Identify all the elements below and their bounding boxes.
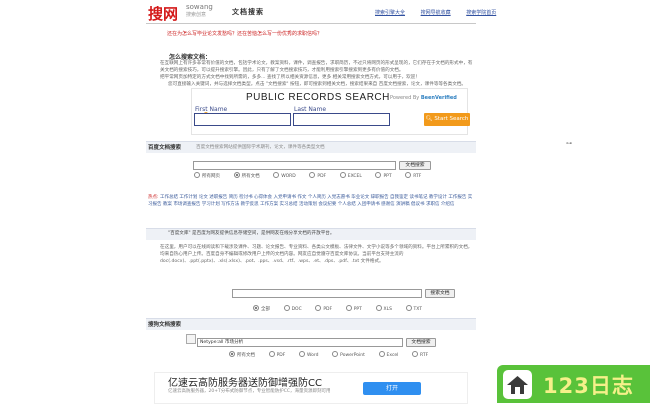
radio-wenku-doc[interactable]: DOC xyxy=(283,305,302,312)
logo-en: sowang xyxy=(186,3,213,11)
notice-link[interactable]: 还在为怎么写毕业论文发愁吗？还在苦恼怎么写一份优秀的求职信吗？ xyxy=(167,30,322,37)
last-name-input[interactable] xyxy=(293,113,390,126)
wenku-search-input[interactable] xyxy=(232,289,422,298)
sogou-logo-icon xyxy=(186,334,196,344)
baidu-section-desc: 百度文档搜索网站提供国际学术期刊，论文，课件等各类型文档 xyxy=(196,145,325,150)
wenku-type-options: 全部 DOC PDF PPT XLS TXT xyxy=(253,305,434,312)
sogou-search-input[interactable]: Netype:all 市场分析 xyxy=(197,338,403,347)
radio-wenku-pdf[interactable]: PDF xyxy=(315,305,332,312)
start-search-button[interactable]: 🔍︎ Start Search xyxy=(424,113,470,126)
radio-wenku-ppt[interactable]: PPT xyxy=(345,305,362,312)
page-title: 文档搜索 xyxy=(232,8,264,16)
radio-all-pages[interactable]: 所有网页 xyxy=(194,172,220,179)
radio-sogou-ppt[interactable]: PowerPoint xyxy=(332,351,365,358)
first-name-label: First Name xyxy=(195,106,228,113)
sogou-type-options: 所有文档 PDF Word PowerPoint Excel RTF xyxy=(229,351,440,358)
sogou-search-button[interactable]: 文档搜索 xyxy=(406,338,436,347)
top-links: 搜索引擎大全 搜网导航收藏 搜索学院首页 xyxy=(375,9,510,16)
radio-sogou-excel[interactable]: Excel xyxy=(378,351,398,358)
radio-wenku-all[interactable]: 全部 xyxy=(253,305,270,312)
sogou-section-bar xyxy=(146,318,476,330)
radio-sogou-rtf[interactable]: RTF xyxy=(412,351,428,358)
watermark-text: 123日志 xyxy=(543,374,634,398)
logo-slogan: 搜索创意 xyxy=(186,12,207,18)
ad-title: PUBLIC RECORDS SEARCH xyxy=(246,92,390,103)
baidu-section-title: 百度文档搜索 xyxy=(148,145,182,151)
radio-ppt[interactable]: PPT xyxy=(375,172,392,179)
ad-powered-by: Powered By BeenVerified xyxy=(390,95,457,101)
sogou-section-title: 搜狗文档搜索 xyxy=(148,322,182,328)
bottom-ad-sub: 亿速云高防服务器，20+T分布式防御节点，专业智能防护CC，海量资源即刻可用 xyxy=(168,389,331,394)
bottom-ad-headline[interactable]: 亿速云高防服务器送防御增强防CC xyxy=(168,374,322,389)
radio-word[interactable]: WORD xyxy=(273,172,296,179)
wenku-search-button[interactable]: 搜索文档 xyxy=(425,289,455,298)
bottom-ad-open-button[interactable]: 打开 xyxy=(363,382,421,395)
radio-sogou-word[interactable]: Word xyxy=(298,351,319,358)
radio-wenku-xls[interactable]: XLS xyxy=(375,305,392,312)
baidu-type-options: 所有网页 所有文档 WORD PDF EXCEL PPT RTF xyxy=(194,172,433,179)
link-icon: ⊶ xyxy=(566,140,572,147)
radio-sogou-pdf[interactable]: PDF xyxy=(268,351,285,358)
how-to-para3: 您可直接输入关键词，并与选择文档类型。点击 "文档搜索" 按钮，即可搜索到相关文… xyxy=(168,82,467,87)
house-icon xyxy=(503,370,532,399)
how-to-para2: 把平常网页加特定的方式文档中找到所需的，多多... 查找了所以相关资源信息，更多… xyxy=(160,75,420,80)
search-icon: 🔍︎ xyxy=(425,116,433,122)
link-nav[interactable]: 搜网导航收藏 xyxy=(421,10,451,16)
hot-keywords: 热点: 工作总结 工作计划 论文 述职报告 简历 检讨书 心得体会 入党申请书 … xyxy=(148,194,475,208)
wenku-para: 在这里，用户可以在线阅读和下载涉及课件、习题、论文报告、专业资料、各类公文模板、… xyxy=(160,245,473,264)
radio-sogou-all[interactable]: 所有文档 xyxy=(229,351,255,358)
last-name-label: Last Name xyxy=(294,106,327,113)
site-logo[interactable]: 搜网 xyxy=(148,3,178,24)
first-name-input[interactable] xyxy=(194,113,291,126)
baidu-search-button[interactable]: 文档搜索 xyxy=(399,161,431,170)
divider xyxy=(146,23,476,24)
radio-excel[interactable]: EXCEL xyxy=(339,172,362,179)
how-to-para1: 在互联网上有许多非常有价值的文档，包括学术论文，教案资料，课件，调查报告，求职简… xyxy=(160,61,473,73)
radio-rtf[interactable]: RTF xyxy=(405,172,421,179)
wenku-title: "百度文库" 是百度为网友提供信息存储空间，是供网友在线分享文档的开放平台。 xyxy=(168,231,335,236)
link-engines[interactable]: 搜索引擎大全 xyxy=(375,10,405,16)
link-academy[interactable]: 搜索学院首页 xyxy=(466,10,496,16)
radio-pdf[interactable]: PDF xyxy=(309,172,326,179)
baidu-search-input[interactable] xyxy=(193,161,396,170)
radio-wenku-txt[interactable]: TXT xyxy=(405,305,422,312)
hot-label: 热点: xyxy=(148,195,159,200)
hot-keyword-links[interactable]: 工作总结 工作计划 论文 述职报告 简历 检讨书 心得体会 入党申请书 作文 个… xyxy=(148,195,472,207)
radio-all-docs[interactable]: 所有文档 xyxy=(233,172,260,179)
